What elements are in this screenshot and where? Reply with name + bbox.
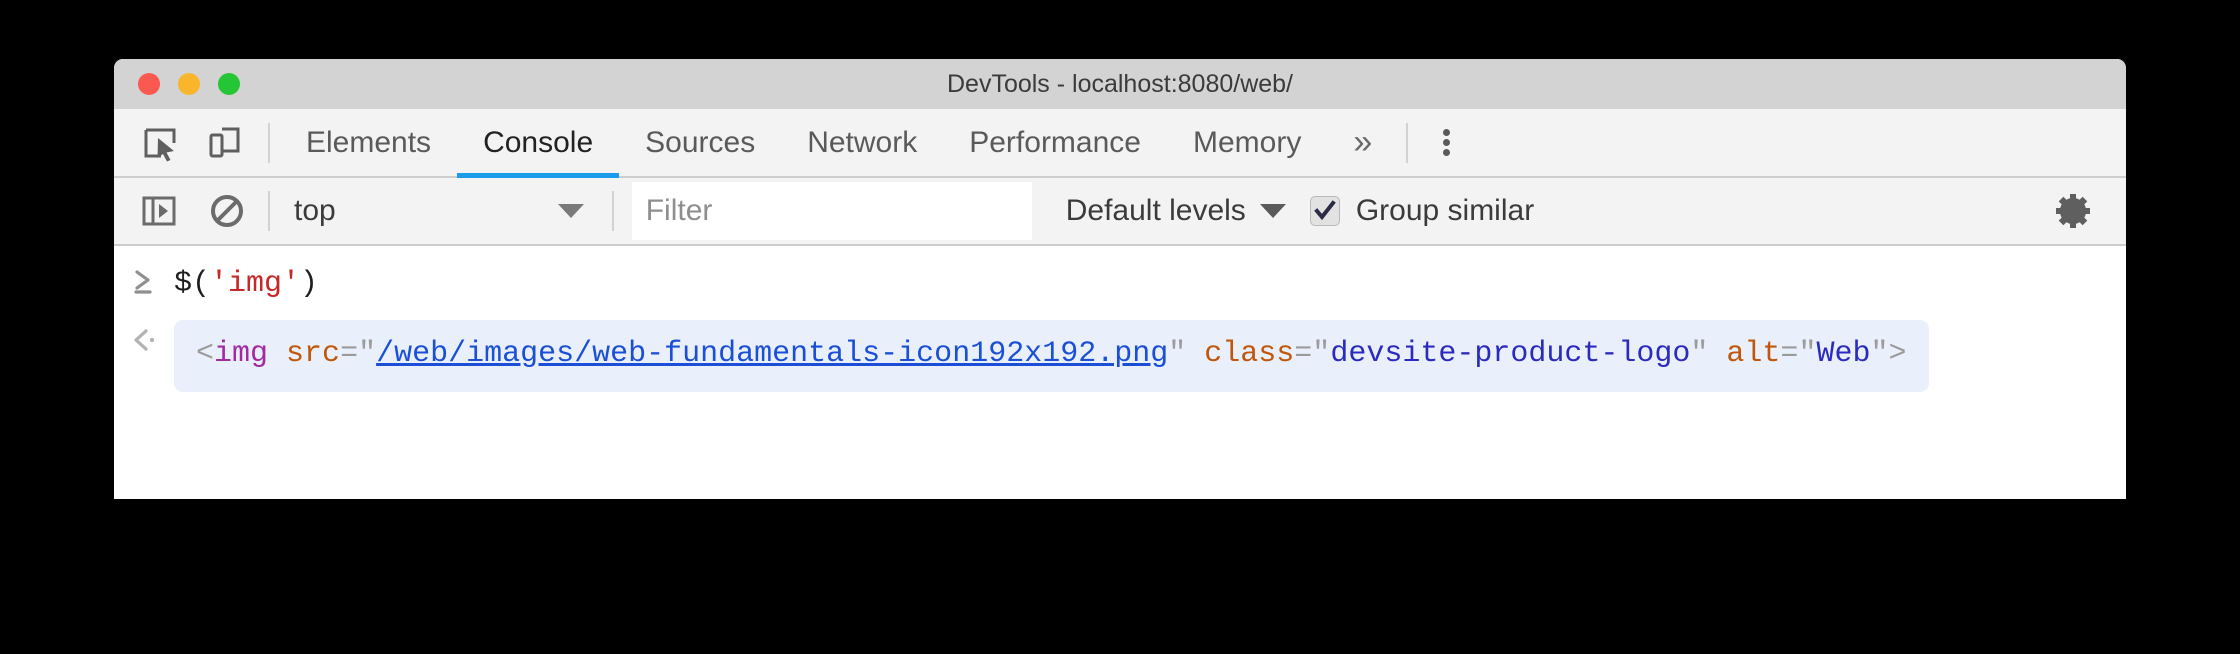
result-attr-name-src: src	[286, 337, 341, 371]
execution-context-selector[interactable]: top	[270, 178, 594, 244]
log-levels-value: Default levels	[1065, 194, 1246, 227]
devtools-window: DevTools - localhost:8080/web/ Elements …	[114, 59, 2126, 499]
result-attr-name-class: class	[1204, 337, 1295, 371]
tab-console-label: Console	[483, 125, 594, 159]
console-result-gutter	[114, 320, 174, 354]
tab-elements-label: Elements	[306, 125, 432, 159]
console-sidebar-toggle-button[interactable]	[130, 182, 188, 240]
group-similar-label: Group similar	[1355, 194, 1535, 227]
result-attr-name-alt: alt	[1726, 337, 1781, 371]
console-filter-input[interactable]	[631, 182, 1032, 240]
kebab-menu-icon	[1442, 126, 1450, 159]
result-attr-value-class: devsite-product-logo	[1330, 337, 1691, 371]
clear-console-icon	[207, 191, 247, 231]
tab-memory-label: Memory	[1192, 125, 1302, 159]
toolbar-divider-right	[1406, 122, 1409, 163]
inspect-element-button[interactable]	[132, 114, 190, 172]
console-message-list[interactable]: $('img') <img src="/web/images/web-funda…	[114, 246, 2126, 499]
console-filter-divider	[611, 191, 614, 231]
console-prompt-gutter	[114, 260, 174, 296]
console-toolbar: top Default levels Group similar	[114, 178, 2126, 246]
tab-sources[interactable]: Sources	[619, 109, 781, 176]
expr-part-string: 'img'	[210, 267, 301, 301]
tab-network[interactable]: Network	[781, 109, 943, 176]
tab-memory[interactable]: Memory	[1167, 109, 1327, 176]
tab-network-label: Network	[807, 125, 918, 159]
log-levels-selector[interactable]: Default levels	[1066, 194, 1286, 228]
inspect-element-icon	[141, 123, 181, 163]
group-similar-toggle[interactable]: Group similar	[1309, 194, 1535, 228]
tab-console[interactable]: Console	[457, 109, 620, 178]
more-tabs-button[interactable]: »	[1327, 109, 1398, 176]
result-attr-value-src[interactable]: /web/images/web-fundamentals-icon192x192…	[376, 337, 1168, 371]
result-tag-name: img	[214, 337, 269, 371]
tab-performance[interactable]: Performance	[943, 109, 1167, 176]
console-result-value[interactable]: <img src="/web/images/web-fundamentals-i…	[174, 320, 1929, 392]
result-attr-value-alt: Web	[1816, 337, 1871, 371]
execution-context-value: top	[294, 194, 336, 227]
console-sidebar-toggle-icon	[140, 192, 178, 230]
clear-console-button[interactable]	[198, 182, 256, 240]
window-title: DevTools - localhost:8080/web/	[946, 70, 1294, 98]
prompt-chevron-icon	[131, 266, 157, 296]
devtools-main-menu-button[interactable]	[1416, 109, 1476, 176]
toolbar-divider	[268, 122, 270, 163]
more-tabs-label: »	[1353, 123, 1373, 161]
chevron-down-icon	[1259, 204, 1286, 218]
checkmark-icon	[1313, 200, 1336, 221]
console-result-html: <img src="/web/images/web-fundamentals-i…	[196, 337, 1907, 371]
group-similar-checkbox[interactable]	[1309, 196, 1340, 226]
expr-part-open: $(	[174, 267, 211, 301]
expr-part-close: )	[300, 267, 319, 301]
tab-sources-label: Sources	[645, 125, 756, 159]
result-chevron-icon	[129, 326, 159, 354]
title-bar: DevTools - localhost:8080/web/	[114, 59, 2126, 109]
tab-performance-label: Performance	[969, 125, 1141, 159]
device-toolbar-icon	[205, 123, 245, 163]
devtools-tab-bar: Elements Console Sources Network Perform…	[114, 109, 2126, 178]
tab-list: Elements Console Sources Network Perform…	[280, 109, 1327, 178]
device-toolbar-button[interactable]	[196, 114, 254, 172]
gear-icon	[2052, 190, 2094, 232]
console-result-message[interactable]: <img src="/web/images/web-fundamentals-i…	[114, 308, 2126, 392]
tab-elements[interactable]: Elements	[280, 109, 457, 176]
devtools-settings-button[interactable]	[2042, 178, 2104, 244]
chevron-down-icon	[557, 204, 584, 218]
console-input-message[interactable]: $('img')	[114, 246, 2126, 308]
console-input-expression[interactable]: $('img')	[174, 260, 318, 308]
